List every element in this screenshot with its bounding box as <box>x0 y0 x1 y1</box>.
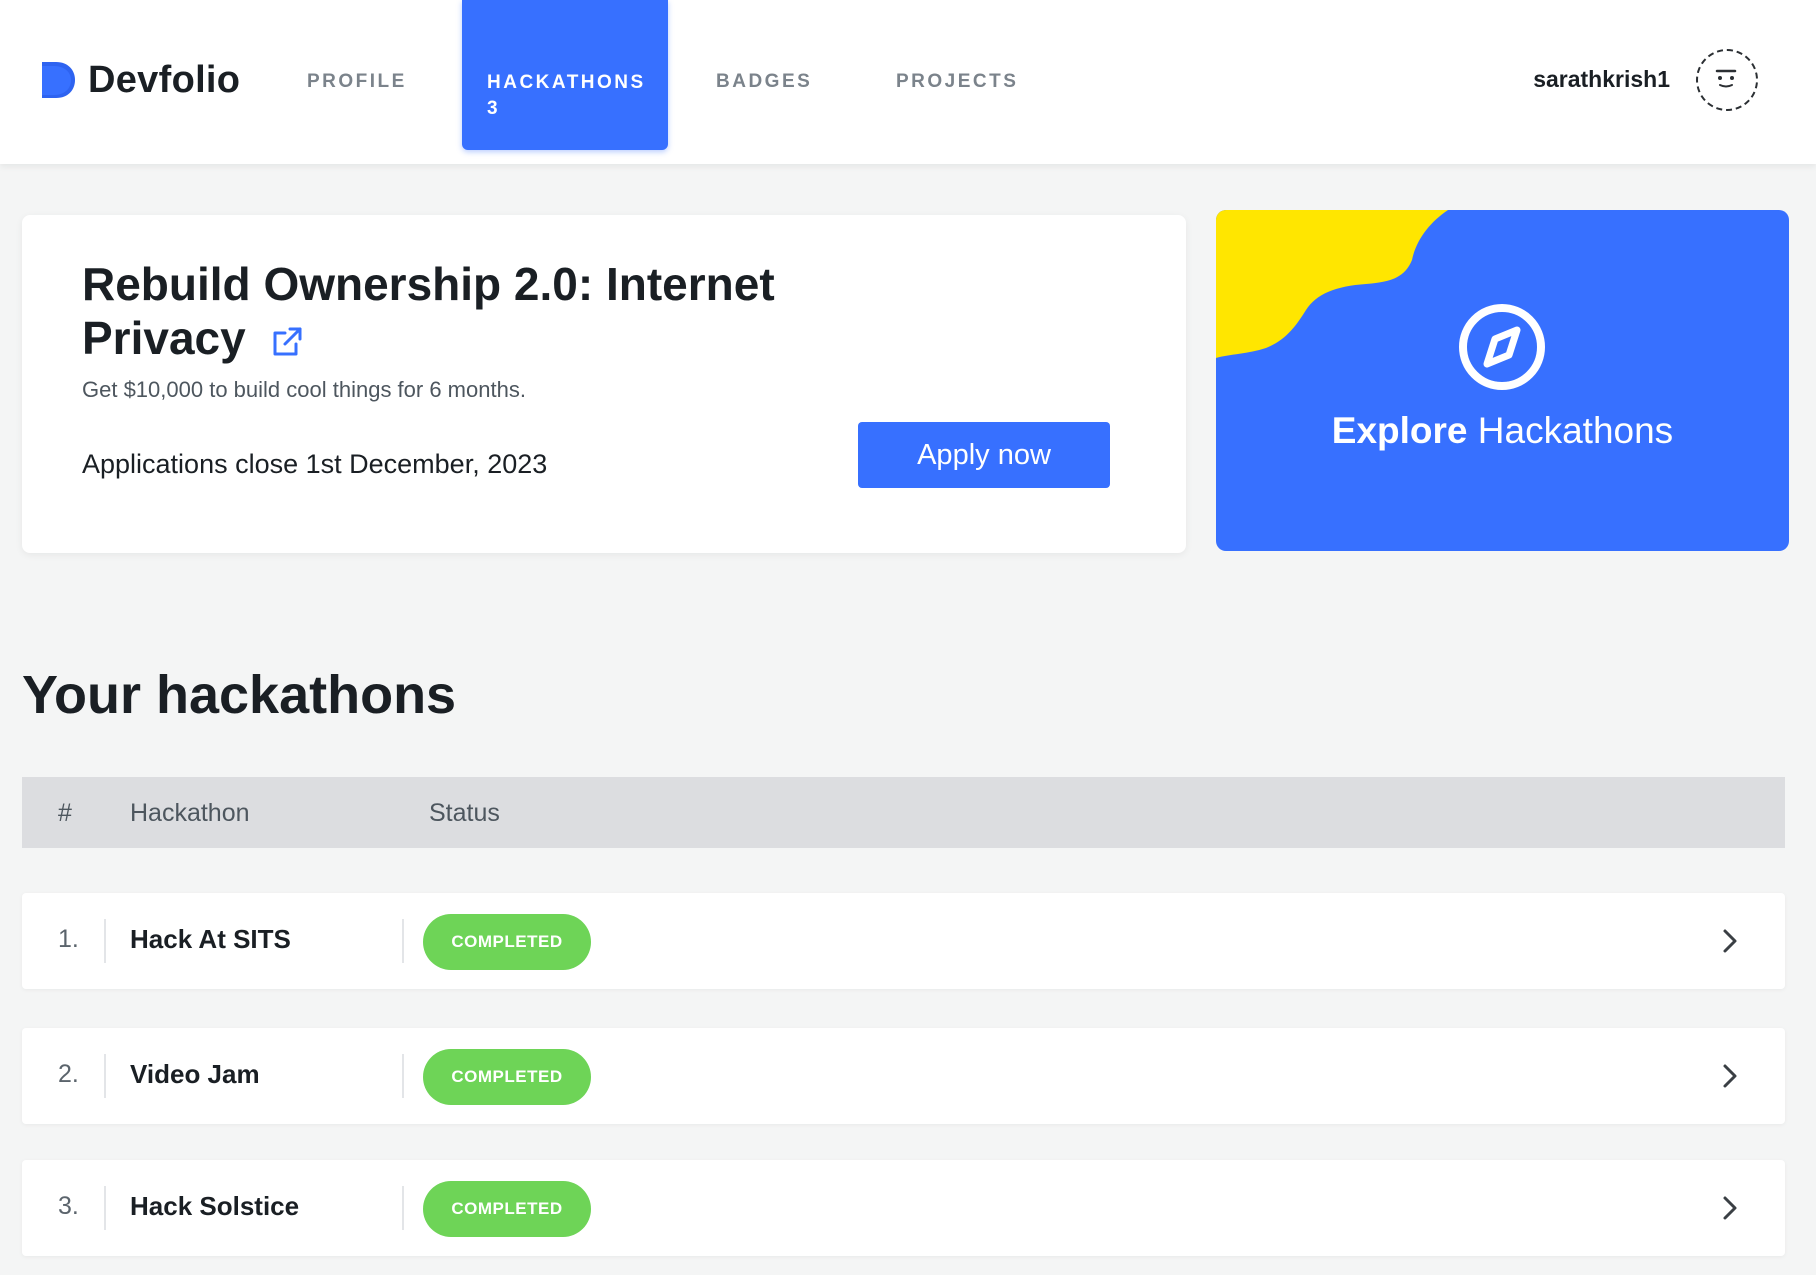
row-number: 1. <box>58 925 79 953</box>
featured-hackathon-subtitle: Get $10,000 to build cool things for 6 m… <box>82 377 526 402</box>
nav-tab-projects[interactable]: PROJECTS <box>896 0 1018 164</box>
row-divider <box>104 1186 106 1230</box>
nav-tab-hackathons-count: 3 <box>487 98 498 119</box>
applications-deadline: Applications close 1st December, 2023 <box>82 449 548 479</box>
top-navbar: Devfolio PROFILE HACKATHONS 3 BADGES PRO… <box>0 0 1816 164</box>
row-divider <box>104 919 106 963</box>
explore-hackathons-label: Explore Hackathons <box>1216 410 1789 452</box>
row-divider <box>402 1186 404 1230</box>
row-divider <box>402 919 404 963</box>
column-header-status: Status <box>429 799 500 827</box>
apply-now-button[interactable]: Apply now <box>858 422 1110 488</box>
brand-name: Devfolio <box>88 58 241 101</box>
table-row[interactable]: 1. Hack At SITS COMPLETED <box>22 893 1785 989</box>
status-badge: COMPLETED <box>423 1049 591 1105</box>
devfolio-logo-icon <box>42 62 75 98</box>
chevron-right-icon[interactable] <box>1721 1194 1739 1222</box>
nav-tab-hackathons[interactable]: HACKATHONS 3 <box>462 0 668 150</box>
nav-tab-profile[interactable]: PROFILE <box>307 0 407 164</box>
chevron-right-icon[interactable] <box>1721 1062 1739 1090</box>
featured-hackathon-card: Rebuild Ownership 2.0: Internet Privacy … <box>22 215 1186 553</box>
row-divider <box>402 1054 404 1098</box>
table-row[interactable]: 2. Video Jam COMPLETED <box>22 1028 1785 1124</box>
devfolio-logo[interactable]: Devfolio <box>38 56 240 104</box>
hackathon-name: Video Jam <box>130 1059 260 1089</box>
explore-hackathons-card[interactable]: Explore Hackathons <box>1216 210 1789 551</box>
featured-hackathon-title[interactable]: Rebuild Ownership 2.0: Internet Privacy <box>82 257 842 365</box>
explore-bold-text: Explore <box>1331 410 1468 451</box>
hackathon-name: Hack Solstice <box>130 1191 300 1221</box>
explore-rest-text: Hackathons <box>1477 410 1674 451</box>
username[interactable]: sarathkrish1 <box>1533 66 1670 93</box>
column-header-number: # <box>58 799 72 827</box>
chevron-right-icon[interactable] <box>1721 927 1739 955</box>
hackathons-table-header: # Hackathon Status <box>22 777 1785 848</box>
external-link-icon[interactable] <box>270 325 304 359</box>
status-badge: COMPLETED <box>423 914 591 970</box>
column-header-hackathon: Hackathon <box>130 799 250 827</box>
compass-icon <box>1459 304 1545 390</box>
table-row[interactable]: 3. Hack Solstice COMPLETED <box>22 1160 1785 1256</box>
hackathon-name: Hack At SITS <box>130 924 291 954</box>
status-badge: COMPLETED <box>423 1181 591 1237</box>
row-divider <box>104 1054 106 1098</box>
your-hackathons-heading: Your hackathons <box>22 665 457 725</box>
row-number: 3. <box>58 1192 79 1220</box>
avatar-face-icon <box>1715 69 1737 88</box>
nav-tab-badges[interactable]: BADGES <box>716 0 812 164</box>
featured-hackathon-title-text: Rebuild Ownership 2.0: Internet Privacy <box>82 258 775 364</box>
row-number: 2. <box>58 1060 79 1088</box>
nav-tab-hackathons-label: HACKATHONS <box>487 72 646 93</box>
avatar[interactable] <box>1696 49 1758 111</box>
